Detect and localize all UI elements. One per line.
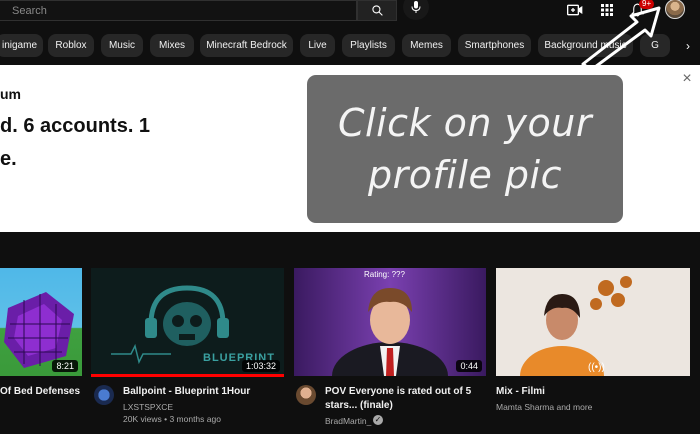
video-duration: 1:03:32 [241, 360, 280, 372]
chip-smartphones[interactable]: Smartphones [458, 34, 531, 57]
thumbnail-caption: Rating: ??? [364, 270, 405, 279]
video-thumbnail[interactable]: Rating: ??? 0:44 [294, 268, 486, 376]
close-icon: × [682, 70, 692, 87]
radio-mix-icon: ((•)) [588, 362, 605, 373]
chevron-right-icon: › [686, 38, 690, 53]
chip-music[interactable]: Music [101, 34, 143, 57]
video-thumbnail[interactable]: 8:21 [0, 268, 82, 376]
video-thumbnail[interactable]: BLUEPRINT 1:03:32 [91, 268, 284, 376]
video-thumbnail[interactable]: ((•)) [496, 268, 690, 376]
instruction-callout: Click on your profile pic [307, 75, 623, 223]
search-box[interactable] [0, 0, 357, 21]
channel-name[interactable]: Mamta Sharma and more [496, 402, 592, 413]
video-title[interactable]: Of Bed Defenses [0, 385, 90, 399]
chip-live[interactable]: Live [300, 34, 335, 57]
video-title[interactable]: Ballpoint - Blueprint 1Hour [123, 385, 283, 399]
channel-name[interactable]: BradMartin_ [325, 416, 371, 427]
channel-avatar[interactable] [296, 385, 316, 405]
chip-memes[interactable]: Memes [402, 34, 451, 57]
singer-portrait-graphic [496, 268, 690, 376]
video-title[interactable]: POV Everyone is rated out of 5 stars... … [325, 385, 485, 413]
search-input[interactable] [0, 1, 356, 20]
chips-next-button[interactable]: › [676, 34, 700, 57]
video-duration: 8:21 [52, 360, 78, 372]
callout-line-1: Click on your [338, 101, 592, 145]
banner-line-1: um [0, 86, 21, 102]
chip-playlists[interactable]: Playlists [342, 34, 395, 57]
banner-line-3: e. [0, 148, 17, 170]
video-title[interactable]: Mix - Filmi [496, 385, 686, 399]
watch-progress-bar [91, 374, 284, 377]
search-icon [371, 5, 383, 16]
chip-roblox[interactable]: Roblox [48, 34, 94, 57]
channel-avatar[interactable] [94, 385, 114, 405]
channel-name[interactable]: LXSTSPXCE [123, 402, 173, 413]
banner-close-button[interactable]: × [680, 70, 694, 87]
callout-line-2: profile pic [367, 153, 562, 197]
chip-minigame[interactable]: inigame [0, 34, 43, 57]
verified-check-icon: ✓ [373, 415, 383, 425]
banner-line-2: d. 6 accounts. 1 [0, 115, 151, 137]
chip-minecraft-bedrock[interactable]: Minecraft Bedrock [200, 34, 293, 57]
search-button[interactable] [357, 0, 397, 21]
chip-mixes[interactable]: Mixes [150, 34, 194, 57]
video-duration: 0:44 [456, 360, 482, 372]
microphone-icon [411, 1, 421, 13]
voice-search-button[interactable] [403, 0, 429, 20]
video-stats: 20K views • 3 months ago [123, 414, 221, 424]
arrow-annotation-icon [581, 6, 661, 72]
